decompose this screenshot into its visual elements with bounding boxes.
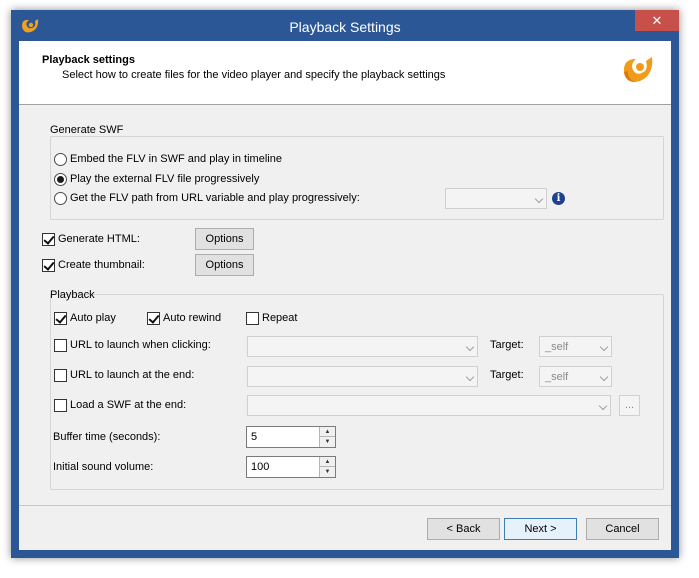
- checkbox[interactable]: [246, 311, 259, 325]
- app-logo-icon: [623, 57, 653, 82]
- url-click-target-combo[interactable]: _self: [539, 336, 612, 357]
- create-thumbnail-label: Create thumbnail:: [58, 259, 145, 271]
- checkbox[interactable]: [54, 338, 67, 352]
- radio-embed-flv-label: Embed the FLV in SWF and play in timelin…: [70, 153, 282, 165]
- auto-rewind-label: Auto rewind: [163, 312, 222, 324]
- checkbox[interactable]: [147, 311, 160, 325]
- spin-up-icon[interactable]: ▲: [319, 457, 335, 467]
- radio-button[interactable]: [54, 152, 67, 166]
- url-click-label: URL to launch when clicking:: [70, 339, 211, 351]
- chevron-down-icon: [599, 372, 609, 382]
- chevron-down-icon: [598, 401, 608, 411]
- checkbox[interactable]: [54, 311, 67, 325]
- repeat-checkbox[interactable]: Repeat: [246, 310, 297, 326]
- url-variable-combo[interactable]: [445, 188, 547, 209]
- close-button[interactable]: ✕: [635, 10, 679, 31]
- load-swf-label: Load a SWF at the end:: [70, 399, 187, 411]
- radio-button-selected[interactable]: [54, 172, 67, 186]
- spin-up-icon[interactable]: ▲: [319, 427, 335, 437]
- buffer-time-spinner[interactable]: ▲ ▼: [246, 426, 336, 448]
- url-click-checkbox[interactable]: URL to launch when clicking:: [54, 337, 211, 353]
- header-title: Playback settings: [42, 54, 135, 66]
- generate-swf-label: Generate SWF: [50, 124, 124, 136]
- chevron-down-icon: [534, 194, 544, 204]
- playback-label: Playback: [50, 289, 95, 301]
- radio-url-variable[interactable]: Get the FLV path from URL variable and p…: [54, 190, 360, 206]
- next-button[interactable]: Next >: [504, 518, 577, 540]
- buffer-time-label: Buffer time (seconds):: [53, 431, 161, 443]
- spin-down-icon[interactable]: ▼: [319, 437, 335, 447]
- browse-swf-button[interactable]: ...: [619, 395, 640, 416]
- html-options-button[interactable]: Options: [195, 228, 254, 250]
- header-subtitle: Select how to create files for the video…: [62, 69, 446, 81]
- spin-down-icon[interactable]: ▼: [319, 467, 335, 477]
- checkbox[interactable]: [42, 232, 55, 246]
- url-end-target-value: _self: [545, 371, 569, 383]
- radio-play-external-label: Play the external FLV file progressively: [70, 173, 260, 185]
- cancel-button[interactable]: Cancel: [586, 518, 659, 540]
- sound-volume-label: Initial sound volume:: [53, 461, 154, 473]
- chevron-down-icon: [465, 372, 475, 382]
- load-swf-checkbox[interactable]: Load a SWF at the end:: [54, 397, 186, 413]
- thumbnail-options-button[interactable]: Options: [195, 254, 254, 276]
- create-thumbnail-checkbox[interactable]: Create thumbnail:: [42, 257, 145, 273]
- url-end-target-combo[interactable]: _self: [539, 366, 612, 387]
- url-end-checkbox[interactable]: URL to launch at the end:: [54, 367, 194, 383]
- load-swf-combo[interactable]: [247, 395, 611, 416]
- radio-url-variable-label: Get the FLV path from URL variable and p…: [70, 192, 360, 204]
- info-icon[interactable]: i: [552, 192, 565, 205]
- title-bar: Playback Settings ✕: [11, 10, 679, 42]
- dialog-window: Playback Settings ✕ Playback settings Se…: [11, 10, 679, 558]
- back-button[interactable]: < Back: [427, 518, 500, 540]
- buffer-time-input[interactable]: [247, 427, 317, 447]
- wizard-header: Playback settings Select how to create f…: [19, 41, 671, 105]
- auto-play-label: Auto play: [70, 312, 116, 324]
- url-end-label: URL to launch at the end:: [70, 369, 195, 381]
- auto-rewind-checkbox[interactable]: Auto rewind: [147, 310, 221, 326]
- checkbox[interactable]: [42, 258, 55, 272]
- url-click-target-value: _self: [545, 341, 569, 353]
- checkbox[interactable]: [54, 398, 67, 412]
- dialog-body: Playback settings Select how to create f…: [19, 41, 671, 550]
- generate-html-label: Generate HTML:: [58, 233, 140, 245]
- url-click-combo[interactable]: [247, 336, 478, 357]
- chevron-down-icon: [465, 342, 475, 352]
- radio-embed-flv[interactable]: Embed the FLV in SWF and play in timelin…: [54, 151, 282, 167]
- url-end-combo[interactable]: [247, 366, 478, 387]
- radio-play-external-flv[interactable]: Play the external FLV file progressively: [54, 171, 259, 187]
- generate-html-checkbox[interactable]: Generate HTML:: [42, 231, 140, 247]
- footer-divider: [19, 505, 671, 506]
- close-icon: ✕: [651, 13, 663, 28]
- repeat-label: Repeat: [262, 312, 298, 324]
- auto-play-checkbox[interactable]: Auto play: [54, 310, 116, 326]
- url-click-target-label: Target:: [490, 339, 524, 351]
- window-title: Playback Settings: [289, 19, 401, 35]
- chevron-down-icon: [599, 342, 609, 352]
- url-end-target-label: Target:: [490, 369, 524, 381]
- sound-volume-input[interactable]: [247, 457, 317, 477]
- radio-button[interactable]: [54, 191, 67, 205]
- sound-volume-spinner[interactable]: ▲ ▼: [246, 456, 336, 478]
- checkbox[interactable]: [54, 368, 67, 382]
